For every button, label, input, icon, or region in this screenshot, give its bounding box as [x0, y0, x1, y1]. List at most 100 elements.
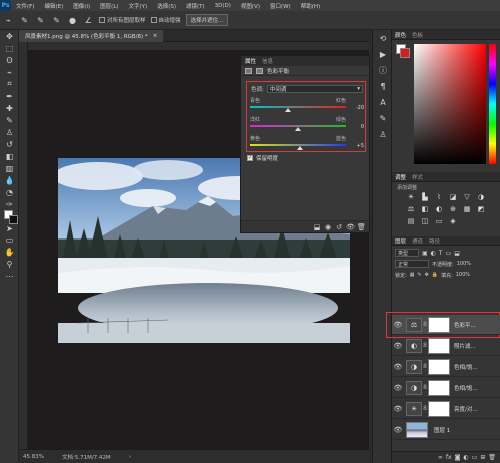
- tab-styles[interactable]: 样式: [412, 173, 423, 181]
- fill-value[interactable]: 100%: [456, 272, 470, 278]
- add-mask-icon[interactable]: ◙: [455, 454, 461, 461]
- crop-tool-icon[interactable]: ⌗: [0, 78, 19, 90]
- eraser-tool-icon[interactable]: ◧: [0, 150, 19, 162]
- more-tools-icon[interactable]: ⋯: [0, 270, 19, 282]
- quick-select-icon[interactable]: ⌁: [3, 15, 14, 26]
- layer-thumbnail[interactable]: [406, 421, 428, 438]
- filter-smart-object-icon[interactable]: ⬓: [454, 250, 460, 257]
- layer-row-hue-saturation-2[interactable]: 👁 ◑ 8 色相/饱...: [392, 378, 500, 398]
- hue-slider[interactable]: [489, 44, 496, 164]
- brush-tool-icon[interactable]: ✎: [0, 114, 19, 126]
- magenta-green-value[interactable]: 0: [361, 124, 364, 130]
- tab-swatches[interactable]: 色板: [412, 31, 423, 39]
- selective-color-icon[interactable]: ◈: [448, 216, 458, 225]
- tab-layers[interactable]: 图层: [395, 237, 406, 245]
- clone-stamp-tool-icon[interactable]: ♙: [0, 126, 19, 138]
- clone-source-icon[interactable]: ♙: [373, 126, 393, 142]
- eye-icon[interactable]: 👁: [392, 321, 404, 329]
- menu-window[interactable]: 窗口(W): [265, 2, 296, 10]
- lasso-tool-icon[interactable]: ʘ: [0, 54, 19, 66]
- new-adjustment-icon[interactable]: ◐: [463, 454, 468, 461]
- layer-row-layer-1[interactable]: 👁 图层 1: [392, 420, 500, 440]
- blur-tool-icon[interactable]: 💧: [0, 174, 19, 186]
- info-icon[interactable]: ⓘ: [373, 62, 393, 78]
- cyan-red-slider[interactable]: 青色 红色 -20: [250, 96, 364, 114]
- gradient-map-icon[interactable]: ▭: [434, 216, 444, 225]
- new-group-icon[interactable]: ▭: [472, 454, 478, 461]
- layer-row-color-balance[interactable]: 👁 ⚖ 8 色彩平...: [392, 315, 500, 335]
- magenta-green-handle[interactable]: [295, 127, 301, 131]
- select-and-mask-button[interactable]: 选择并遮住...: [185, 14, 229, 26]
- tab-properties[interactable]: 属性: [245, 57, 256, 65]
- sample-all-checkbox[interactable]: [99, 17, 105, 23]
- vibrance-icon[interactable]: ▽: [462, 192, 472, 201]
- layer-name[interactable]: 色相/饱...: [454, 363, 484, 371]
- tab-color[interactable]: 颜色: [395, 31, 406, 39]
- angle-icon[interactable]: ∠: [83, 15, 94, 26]
- brush-size-icon[interactable]: ●: [67, 15, 78, 26]
- gradient-tool-icon[interactable]: ▥: [0, 162, 19, 174]
- brightness-contrast-icon[interactable]: ☀: [406, 192, 416, 201]
- healing-brush-tool-icon[interactable]: ✚: [0, 102, 19, 114]
- hand-tool-icon[interactable]: ✋: [0, 246, 19, 258]
- menu-3d[interactable]: 3D(D): [210, 3, 236, 9]
- saturation-brightness-field[interactable]: [414, 44, 486, 164]
- lock-position-icon[interactable]: ✥: [425, 272, 429, 278]
- menu-view[interactable]: 视图(V): [236, 2, 265, 10]
- threshold-icon[interactable]: ◫: [420, 216, 430, 225]
- preserve-luminosity-checkbox[interactable]: ✓: [247, 155, 253, 161]
- paragraph-icon[interactable]: ¶: [373, 78, 393, 94]
- eye-icon[interactable]: 👁: [392, 405, 404, 413]
- trash-icon[interactable]: 🗑: [357, 223, 366, 231]
- levels-icon[interactable]: ▙: [420, 192, 430, 201]
- filter-adjustment-icon[interactable]: ◐: [431, 250, 436, 257]
- menu-type[interactable]: 文字(Y): [124, 2, 153, 10]
- layer-name[interactable]: 照片滤...: [454, 342, 484, 350]
- photo-filter-icon[interactable]: ◐: [434, 204, 444, 213]
- move-tool-icon[interactable]: ✥: [0, 30, 19, 42]
- background-color-swatch[interactable]: [9, 215, 18, 224]
- brush-subtract-icon[interactable]: ✎: [51, 15, 62, 26]
- ruler-horizontal[interactable]: [28, 42, 369, 51]
- fx-icon[interactable]: fx: [446, 454, 452, 461]
- document-tab[interactable]: 风景素材1.png @ 45.8% (色彩平衡 1, RGB/8) * ×: [19, 30, 164, 42]
- history-icon[interactable]: ⟲: [373, 30, 393, 46]
- tone-select[interactable]: 中间调 ▾: [266, 85, 363, 93]
- channel-mixer-icon[interactable]: ⊕: [448, 204, 458, 213]
- black-white-icon[interactable]: ◧: [420, 204, 430, 213]
- new-layer-icon[interactable]: ⊞: [480, 454, 485, 461]
- brush-add-icon[interactable]: ✎: [35, 15, 46, 26]
- hue-saturation-icon[interactable]: ◑: [476, 192, 486, 201]
- auto-enhance-checkbox[interactable]: [150, 17, 157, 23]
- quick-selection-tool-icon[interactable]: ⌁: [0, 66, 19, 78]
- visibility-eye-icon[interactable]: 👁: [346, 223, 355, 231]
- chevron-right-icon[interactable]: ›: [129, 454, 131, 460]
- pen-tool-icon[interactable]: ✑: [0, 198, 19, 210]
- layer-name[interactable]: 色彩平...: [454, 321, 484, 329]
- clip-to-layer-icon[interactable]: ⬓: [313, 223, 321, 231]
- trash-icon[interactable]: 🗑: [488, 454, 496, 461]
- menu-filter[interactable]: 滤镜(T): [181, 2, 210, 10]
- eyedropper-tool-icon[interactable]: ✒: [0, 90, 19, 102]
- character-icon[interactable]: A: [373, 94, 393, 110]
- tab-channels[interactable]: 通道: [412, 237, 423, 245]
- exposure-icon[interactable]: ◪: [448, 192, 458, 201]
- zoom-level[interactable]: 45.83%: [23, 454, 44, 460]
- close-icon[interactable]: ×: [153, 33, 158, 39]
- reset-icon[interactable]: ↺: [335, 223, 343, 231]
- lock-all-icon[interactable]: 🔒: [432, 272, 438, 278]
- menu-file[interactable]: 文件(F): [11, 2, 39, 10]
- cyan-red-value[interactable]: -20: [356, 105, 364, 111]
- cyan-red-track[interactable]: [250, 106, 346, 108]
- background-color-swatch[interactable]: [400, 48, 410, 58]
- menu-image[interactable]: 图像(I): [68, 2, 95, 10]
- filter-shape-icon[interactable]: ▭: [446, 250, 452, 257]
- history-brush-tool-icon[interactable]: ↺: [0, 138, 19, 150]
- foreground-background-colors[interactable]: [4, 210, 18, 224]
- layer-mask-icon[interactable]: [256, 67, 263, 74]
- layer-mask-thumbnail[interactable]: [428, 400, 450, 417]
- layer-name[interactable]: 亮度/对...: [454, 405, 484, 413]
- eye-icon[interactable]: 👁: [392, 426, 404, 434]
- posterize-icon[interactable]: ▤: [406, 216, 416, 225]
- yellow-blue-handle[interactable]: [297, 146, 304, 150]
